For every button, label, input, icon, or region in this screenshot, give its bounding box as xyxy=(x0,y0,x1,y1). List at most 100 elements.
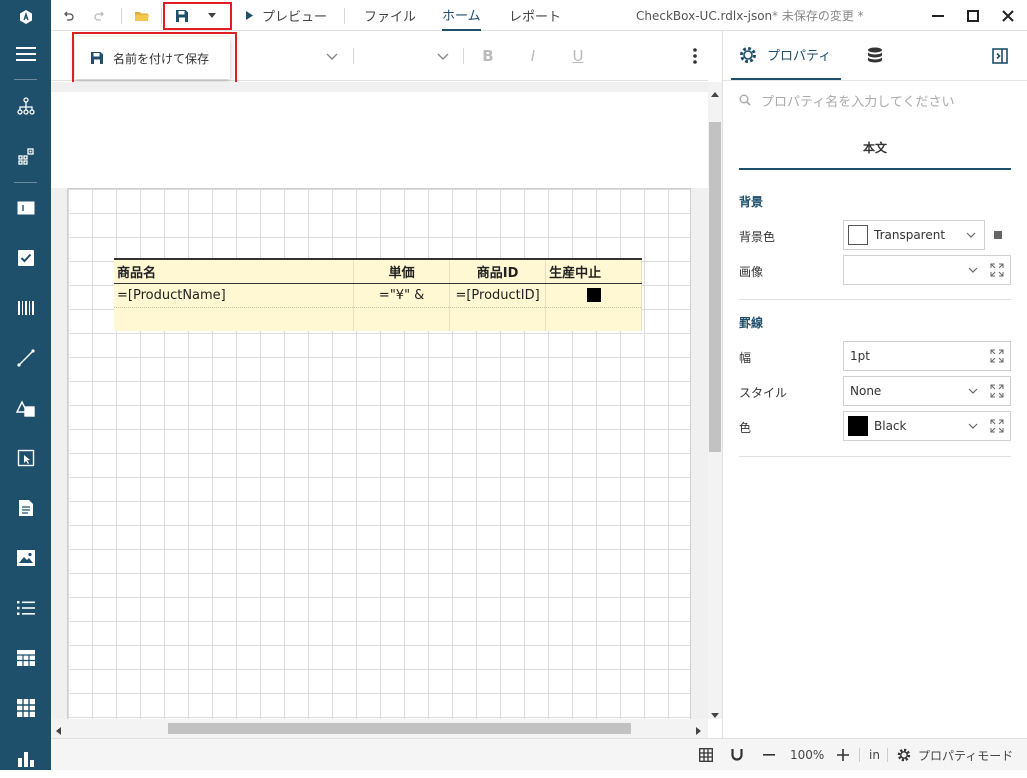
app-logo-icon xyxy=(0,0,51,34)
undo-icon[interactable] xyxy=(57,0,79,31)
bg-color-reset-icon[interactable] xyxy=(994,231,1002,239)
scroll-left-icon[interactable] xyxy=(56,724,61,738)
header-cell-product-name[interactable]: 商品名 xyxy=(114,258,355,284)
tool-sidebar xyxy=(0,0,51,770)
footer-cell[interactable] xyxy=(114,307,355,331)
toolbar-separator xyxy=(161,8,162,24)
scroll-up-icon[interactable] xyxy=(711,86,719,100)
table-footer-row[interactable] xyxy=(114,307,642,331)
header-cell-unit-price[interactable]: 単価 xyxy=(353,258,451,284)
collapse-panel-icon[interactable] xyxy=(989,31,1011,80)
bg-color-label: 背景色 xyxy=(739,230,776,244)
table-icon[interactable] xyxy=(0,638,51,678)
vertical-scroll-thumb[interactable] xyxy=(709,122,721,452)
detail-cell-product-id[interactable]: =[ProductID] xyxy=(449,283,547,308)
zoom-in-icon[interactable] xyxy=(837,739,849,771)
table-detail-row[interactable]: =[ProductName] ="¥" & =[ProductID] xyxy=(114,283,642,308)
expand-icon[interactable] xyxy=(990,263,1004,277)
detail-cell-unit-price[interactable]: ="¥" & xyxy=(353,283,451,308)
horizontal-scroll-thumb[interactable] xyxy=(168,723,631,734)
expand-icon[interactable] xyxy=(990,419,1004,433)
tab-properties[interactable]: プロパティ xyxy=(731,31,841,80)
preview-label: プレビュー xyxy=(262,10,328,25)
underline-icon[interactable]: U xyxy=(567,41,589,71)
expand-icon[interactable] xyxy=(990,384,1004,398)
data-source-icon[interactable] xyxy=(863,31,887,80)
horizontal-scrollbar[interactable] xyxy=(51,719,708,738)
border-color-select[interactable]: Black xyxy=(843,411,1011,441)
italic-icon[interactable]: I xyxy=(522,41,544,71)
expand-icon[interactable] xyxy=(990,349,1004,363)
report-table[interactable]: 商品名 単価 商品ID 生産中止 =[ProductName] ="¥" & =… xyxy=(114,258,642,331)
header-cell-discontinued[interactable]: 生産中止 xyxy=(545,258,642,284)
checkbox-control[interactable] xyxy=(586,288,601,302)
scroll-right-icon[interactable] xyxy=(696,724,701,738)
property-mode-label: プロパティモード xyxy=(918,748,1014,763)
background-section-title: 背景 xyxy=(739,195,764,209)
border-style-select[interactable]: None xyxy=(843,376,1011,406)
unsaved-indicator: * 未保存の変更 * xyxy=(772,9,864,23)
bg-color-swatch xyxy=(848,225,868,245)
vertical-scrollbar[interactable] xyxy=(708,82,722,719)
footer-cell[interactable] xyxy=(353,307,451,331)
checkbox-icon[interactable] xyxy=(0,238,51,278)
footer-cell[interactable] xyxy=(449,307,547,331)
size-dropdown-chevron-icon[interactable] xyxy=(432,41,454,71)
status-bar: 100% in プロパティモード xyxy=(51,738,1027,770)
redo-icon[interactable] xyxy=(89,0,111,31)
header-cell-product-id[interactable]: 商品ID xyxy=(449,258,547,284)
toolbar-separator xyxy=(463,48,464,64)
barcode-icon[interactable] xyxy=(0,288,51,328)
design-canvas[interactable]: 商品名 単価 商品ID 生産中止 =[ProductName] ="¥" & =… xyxy=(51,82,708,719)
tab-home[interactable]: ホーム xyxy=(442,0,481,31)
status-separator xyxy=(859,748,860,762)
detail-cell-product-name[interactable]: =[ProductName] xyxy=(114,283,355,308)
scroll-down-icon[interactable] xyxy=(711,707,719,721)
unit-selector[interactable]: in xyxy=(869,739,880,771)
tab-report[interactable]: レポート xyxy=(509,0,561,31)
table-header-row[interactable]: 商品名 単価 商品ID 生産中止 xyxy=(114,258,642,284)
font-dropdown-chevron-icon[interactable] xyxy=(321,41,343,71)
list-icon[interactable] xyxy=(0,588,51,628)
close-icon[interactable] xyxy=(991,0,1025,31)
open-folder-icon[interactable] xyxy=(131,0,153,31)
toolbar-separator xyxy=(344,8,345,24)
style-label: スタイル xyxy=(739,386,788,400)
properties-panel: プロパティ プロパティ名を入力してください 本文 背景 背景色 Transpar… xyxy=(722,31,1027,738)
toolbar-separator xyxy=(121,8,122,24)
tablix-icon[interactable] xyxy=(0,688,51,728)
maximize-icon[interactable] xyxy=(956,0,990,31)
footer-cell[interactable] xyxy=(545,307,642,331)
preview-button[interactable]: プレビュー xyxy=(246,0,332,31)
save-highlight-box xyxy=(163,2,232,30)
border-width-field[interactable]: 1pt xyxy=(843,341,1011,371)
snap-magnet-icon[interactable] xyxy=(730,739,744,771)
menu-icon[interactable] xyxy=(0,34,51,74)
chart-icon[interactable] xyxy=(0,738,51,778)
line-icon[interactable] xyxy=(0,338,51,378)
hierarchy-icon[interactable] xyxy=(0,86,51,126)
grid-toggle-icon[interactable] xyxy=(699,739,713,771)
property-mode-button[interactable]: プロパティモード xyxy=(897,739,1013,771)
bold-icon[interactable]: B xyxy=(477,41,499,71)
tab-file[interactable]: ファイル xyxy=(364,0,416,31)
section-divider xyxy=(739,299,1011,300)
textbox-icon[interactable] xyxy=(0,188,51,228)
minimize-icon[interactable] xyxy=(921,0,955,31)
bg-color-value: Transparent xyxy=(874,228,946,242)
sidebar-divider xyxy=(14,79,37,80)
image-icon[interactable] xyxy=(0,538,51,578)
width-label: 幅 xyxy=(739,351,752,365)
bg-color-select[interactable]: Transparent xyxy=(843,220,985,250)
image-select[interactable] xyxy=(843,255,1011,285)
property-search[interactable]: プロパティ名を入力してください xyxy=(739,87,1011,113)
container-icon[interactable] xyxy=(0,438,51,478)
detail-cell-discontinued[interactable] xyxy=(545,283,642,308)
page-header-area xyxy=(51,92,708,188)
chevron-down-icon xyxy=(968,423,978,429)
richtext-icon[interactable] xyxy=(0,488,51,528)
more-options-icon[interactable] xyxy=(687,41,703,71)
components-icon[interactable] xyxy=(0,136,51,176)
shape-icon[interactable] xyxy=(0,388,51,428)
zoom-out-icon[interactable] xyxy=(763,739,775,771)
